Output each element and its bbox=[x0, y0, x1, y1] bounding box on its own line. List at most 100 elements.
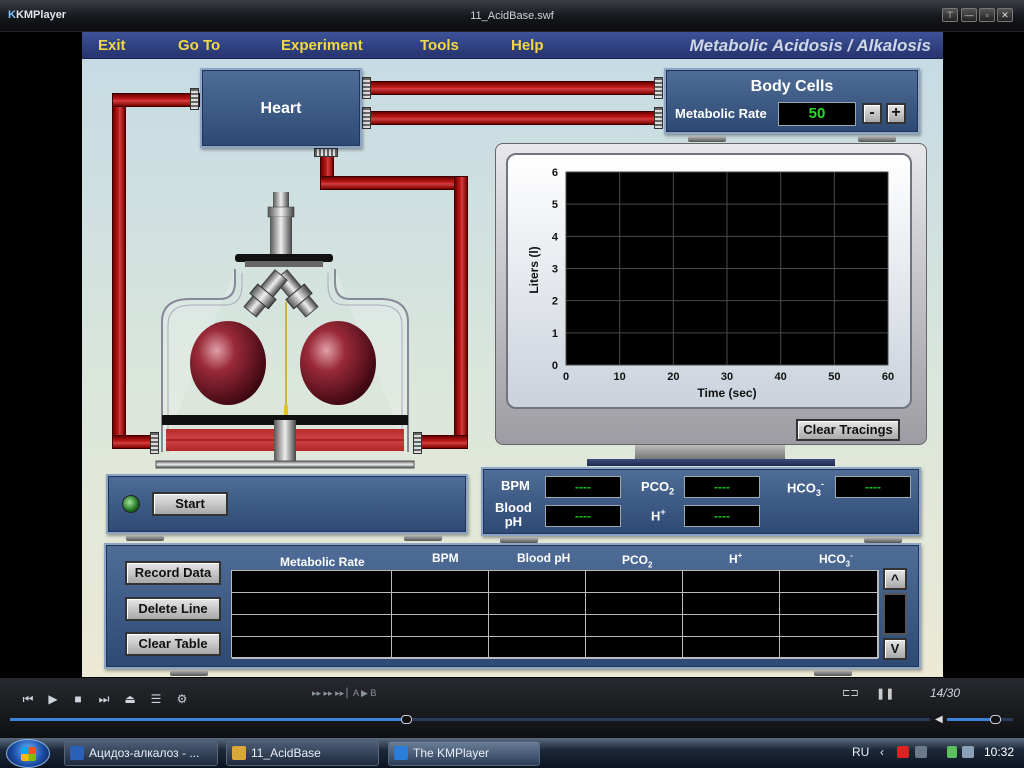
taskbar-item-word[interactable]: Ацидоз-алкалоз - ... bbox=[64, 741, 218, 766]
table-scroll-up-button[interactable]: ^ bbox=[883, 568, 907, 590]
table-row[interactable] bbox=[232, 593, 878, 615]
eject-icon[interactable]: ⏏ bbox=[122, 692, 138, 706]
record-data-button[interactable]: Record Data bbox=[125, 561, 221, 585]
body-cells-box: Body Cells Metabolic Rate 50 - + bbox=[664, 68, 920, 134]
time-readout: 14/30 bbox=[930, 686, 961, 700]
heart-label: Heart bbox=[260, 100, 302, 117]
y-tick-label: 3 bbox=[552, 264, 558, 276]
table-cell bbox=[232, 615, 392, 637]
stop-icon[interactable]: ■ bbox=[70, 692, 86, 706]
table-cell bbox=[489, 637, 586, 659]
metabolic-rate-label: Metabolic Rate bbox=[675, 106, 767, 121]
y-tick-label: 4 bbox=[552, 231, 559, 243]
kmplayer-icon bbox=[394, 746, 408, 760]
table-cell bbox=[586, 615, 683, 637]
table-scroll-down-button[interactable]: V bbox=[883, 638, 907, 660]
previous-icon[interactable]: ⏮ bbox=[20, 692, 36, 707]
clock[interactable]: 10:32 bbox=[984, 745, 1014, 759]
table-scrollbar-track[interactable] bbox=[883, 593, 907, 635]
network-alert-icon[interactable] bbox=[897, 746, 909, 758]
start-foot-right bbox=[404, 535, 442, 541]
right-ventricle-ball bbox=[300, 321, 376, 405]
blood-ph-value: ---- bbox=[545, 505, 621, 527]
table-cell bbox=[780, 571, 878, 593]
frame-step-icons[interactable]: ▸▸ ▸▸ ▸▸ ▏ bbox=[312, 688, 354, 699]
menu-tools[interactable]: Tools bbox=[420, 37, 459, 54]
word-doc-icon bbox=[70, 746, 84, 760]
oscilloscope-chart: 0 10 20 30 40 50 60 0 1 2 3 4 5 6 Time (sec) Liters … bbox=[527, 167, 894, 400]
close-button[interactable]: ✕ bbox=[997, 8, 1013, 22]
start-orb-icon[interactable] bbox=[6, 739, 50, 768]
menu-help[interactable]: Help bbox=[511, 37, 544, 54]
start-button[interactable]: Start bbox=[152, 492, 228, 516]
playlist-icon[interactable]: ☰ bbox=[148, 692, 164, 706]
taskbar-item-kmplayer[interactable]: The KMPlayer bbox=[388, 741, 540, 766]
table-row[interactable] bbox=[232, 637, 878, 659]
tray-expand-icon[interactable]: ‹ bbox=[880, 745, 884, 759]
tray-icon[interactable] bbox=[915, 746, 927, 758]
subtitle-icon[interactable]: ⊏⊐ bbox=[842, 688, 859, 699]
minimize-button[interactable]: — bbox=[961, 8, 977, 22]
cells-foot-right bbox=[858, 136, 896, 142]
col-blood-ph: Blood pH bbox=[517, 551, 571, 565]
right-tube-bottom bbox=[417, 435, 468, 449]
taskbar-item-flash[interactable]: 11_AcidBase bbox=[226, 741, 379, 766]
x-tick-label: 50 bbox=[828, 371, 840, 383]
start-foot-left bbox=[126, 535, 164, 541]
h-ion-value: ---- bbox=[684, 505, 760, 527]
readouts-panel: BPM ---- PCO2 ---- HCO3- ---- Blood pH --… bbox=[481, 467, 921, 536]
left-tube-top bbox=[112, 93, 200, 107]
menu-exit[interactable]: Exit bbox=[98, 37, 126, 54]
heart-fitting-left bbox=[190, 88, 199, 110]
table-row[interactable] bbox=[232, 615, 878, 637]
maximize-button[interactable]: ▫ bbox=[979, 8, 995, 22]
table-cell bbox=[683, 571, 780, 593]
table-row[interactable] bbox=[232, 571, 878, 593]
data-table-grid[interactable] bbox=[231, 570, 879, 659]
volume-thumb[interactable] bbox=[989, 715, 1001, 724]
table-cell bbox=[392, 593, 489, 615]
sim-title: Metabolic Acidosis / Alkalosis bbox=[689, 36, 931, 55]
metabolic-rate-value: 50 bbox=[778, 102, 856, 126]
rate-decrease-button[interactable]: - bbox=[862, 103, 882, 124]
heart-box: Heart bbox=[200, 68, 362, 148]
rate-increase-button[interactable]: + bbox=[886, 103, 906, 124]
table-cell bbox=[586, 571, 683, 593]
x-axis-label: Time (sec) bbox=[697, 386, 756, 400]
y-tick-label: 1 bbox=[552, 328, 558, 340]
clear-tracings-button[interactable]: Clear Tracings bbox=[796, 419, 900, 441]
play-icon[interactable]: ▶ bbox=[45, 692, 61, 706]
menu-goto[interactable]: Go To bbox=[178, 37, 220, 54]
windows-logo-icon bbox=[21, 747, 36, 761]
y-axis-label: Liters (l) bbox=[527, 246, 541, 293]
clear-table-button[interactable]: Clear Table bbox=[125, 632, 221, 656]
next-icon[interactable]: ⏭ bbox=[96, 692, 112, 707]
settings-icon[interactable]: ⚙ bbox=[174, 692, 190, 706]
right-tube-vertical bbox=[454, 176, 468, 446]
table-cell bbox=[489, 571, 586, 593]
language-indicator[interactable]: RU bbox=[852, 745, 869, 759]
col-pco2: PCO2 bbox=[622, 553, 653, 570]
folder-icon bbox=[232, 746, 246, 760]
speaker-icon[interactable] bbox=[962, 746, 974, 758]
x-tick-label: 0 bbox=[563, 371, 569, 383]
cells-foot-left bbox=[688, 136, 726, 142]
ab-repeat-text[interactable]: A ▶ B bbox=[353, 688, 376, 699]
start-panel: Start bbox=[106, 474, 468, 534]
simulation-stage: Exit Go To Experiment Tools Help Metabol… bbox=[82, 32, 943, 677]
battery-icon[interactable] bbox=[947, 746, 957, 758]
seek-thumb[interactable] bbox=[400, 715, 412, 724]
x-tick-label: 30 bbox=[721, 371, 733, 383]
table-cell bbox=[489, 593, 586, 615]
y-tick-label: 0 bbox=[552, 360, 558, 372]
menu-experiment[interactable]: Experiment bbox=[281, 37, 363, 54]
delete-line-button[interactable]: Delete Line bbox=[125, 597, 221, 621]
volume-icon[interactable]: ◀ bbox=[935, 714, 943, 725]
scroll-down-icon: V bbox=[890, 641, 900, 656]
status-led-icon bbox=[122, 495, 140, 513]
artery-tube-top bbox=[366, 81, 658, 95]
col-hco3: HCO3- bbox=[819, 551, 853, 569]
h-ion-label: H+ bbox=[651, 507, 666, 524]
table-cell bbox=[683, 615, 780, 637]
menu-pin-button[interactable]: ⊤ bbox=[942, 8, 958, 22]
